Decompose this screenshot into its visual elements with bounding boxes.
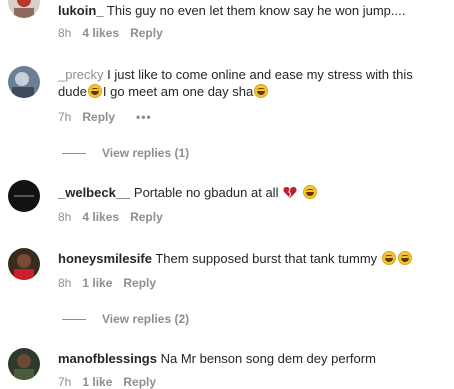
divider-line: [62, 318, 86, 320]
comment-meta: 8h 4 likes Reply: [58, 210, 163, 224]
timestamp: 7h: [58, 375, 72, 389]
view-replies-button[interactable]: View replies (2): [62, 312, 189, 326]
likes-count[interactable]: 1 like: [82, 375, 112, 389]
comment-text: _welbeck__ Portable no gbadun at all: [58, 184, 440, 201]
reply-button[interactable]: Reply: [123, 375, 156, 389]
comment-meta: 8h 4 likes Reply: [58, 26, 163, 40]
comment-meta: 7h Reply •••: [58, 110, 152, 124]
comment-text: manofblessings Na Mr benson song dem dey…: [58, 350, 440, 367]
comment-body: Na Mr benson song dem dey perform: [160, 351, 376, 366]
view-replies-label[interactable]: View replies (2): [102, 312, 189, 326]
reply-button[interactable]: Reply: [123, 276, 156, 290]
laughing-emoji-icon: [381, 251, 396, 265]
timestamp: 8h: [58, 26, 72, 40]
comment-meta: 7h 1 like Reply: [58, 375, 156, 389]
divider-line: [62, 152, 86, 154]
laughing-emoji-icon: [254, 84, 269, 98]
more-options-icon[interactable]: •••: [136, 110, 152, 124]
avatar[interactable]: [8, 180, 40, 212]
username[interactable]: lukoin_: [58, 3, 104, 18]
timestamp: 7h: [58, 110, 72, 124]
reply-button[interactable]: Reply: [82, 110, 115, 124]
view-replies-label[interactable]: View replies (1): [102, 146, 189, 160]
avatar[interactable]: [8, 66, 40, 98]
likes-count[interactable]: 4 likes: [82, 210, 119, 224]
comment-meta: 8h 1 like Reply: [58, 276, 156, 290]
comment-text: lukoin_ This guy no even let them know s…: [58, 2, 440, 19]
likes-count[interactable]: 4 likes: [82, 26, 119, 40]
comment-body: Them supposed burst that tank tummy: [155, 251, 378, 266]
timestamp: 8h: [58, 210, 72, 224]
avatar[interactable]: [8, 248, 40, 280]
avatar[interactable]: [8, 348, 40, 380]
avatar[interactable]: [8, 0, 40, 18]
username[interactable]: _precky: [58, 67, 104, 82]
laughing-emoji-icon: [87, 84, 102, 98]
laughing-emoji-icon: [397, 251, 412, 265]
username[interactable]: honeysmilesife: [58, 251, 152, 266]
view-replies-button[interactable]: View replies (1): [62, 146, 189, 160]
username[interactable]: _welbeck__: [58, 185, 130, 200]
comment-body: This guy no even let them know say he wo…: [106, 3, 406, 18]
comment-body-continued: I go meet am one day sha: [102, 84, 254, 99]
broken-heart-icon: [283, 187, 297, 198]
likes-count[interactable]: 1 like: [82, 276, 112, 290]
comment-text: honeysmilesife Them supposed burst that …: [58, 250, 440, 267]
reply-button[interactable]: Reply: [130, 26, 163, 40]
username[interactable]: manofblessings: [58, 351, 157, 366]
comment-body: Portable no gbadun at all: [133, 185, 279, 200]
timestamp: 8h: [58, 276, 72, 290]
comment-text: _precky I just like to come online and e…: [58, 66, 440, 100]
reply-button[interactable]: Reply: [130, 210, 163, 224]
laughing-emoji-icon: [302, 185, 317, 199]
